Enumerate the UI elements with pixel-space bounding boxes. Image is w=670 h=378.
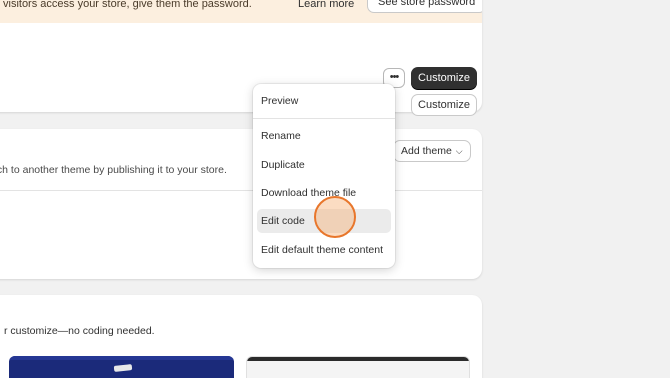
theme-actions-menu: Preview Rename Duplicate Download theme …	[253, 84, 395, 268]
learn-more-link[interactable]: Learn more	[298, 0, 354, 10]
theme-preview-thumbnail[interactable]	[9, 356, 234, 378]
menu-divider	[253, 118, 395, 119]
theme-preview-thumbnail[interactable]	[246, 356, 470, 378]
thumbnail-header-bar	[247, 357, 469, 361]
theme-library-description: tch to another theme by publishing it to…	[0, 164, 227, 176]
add-theme-button[interactable]: Add theme ⌵	[393, 140, 471, 162]
themes-page: visitors access your store, give them th…	[0, 0, 670, 378]
see-store-password-button[interactable]: See store password	[367, 0, 482, 13]
current-theme-card: visitors access your store, give them th…	[0, 0, 482, 112]
popular-themes-description: r customize—no coding needed.	[4, 325, 155, 337]
customize-library-theme-button[interactable]: Customize	[411, 94, 477, 116]
thumbnail-logo	[113, 364, 133, 372]
menu-item-edit-default-theme-content[interactable]: Edit default theme content	[257, 238, 391, 262]
menu-item-rename[interactable]: Rename	[257, 124, 391, 148]
popular-themes-card: r customize—no coding needed.	[0, 295, 482, 378]
chevron-down-icon: ⌵	[455, 146, 463, 156]
click-indicator	[314, 196, 356, 238]
banner-text: visitors access your store, give them th…	[3, 0, 252, 10]
divider	[0, 190, 482, 191]
thumbnail-header-bar	[9, 356, 234, 360]
customize-current-theme-button[interactable]: Customize	[411, 67, 477, 89]
page-gutter	[484, 0, 670, 378]
menu-item-preview[interactable]: Preview	[257, 89, 391, 113]
menu-item-duplicate[interactable]: Duplicate	[257, 153, 391, 177]
password-banner: visitors access your store, give them th…	[0, 0, 482, 23]
theme-library-card: tch to another theme by publishing it to…	[0, 129, 482, 279]
add-theme-label: Add theme	[401, 145, 452, 157]
